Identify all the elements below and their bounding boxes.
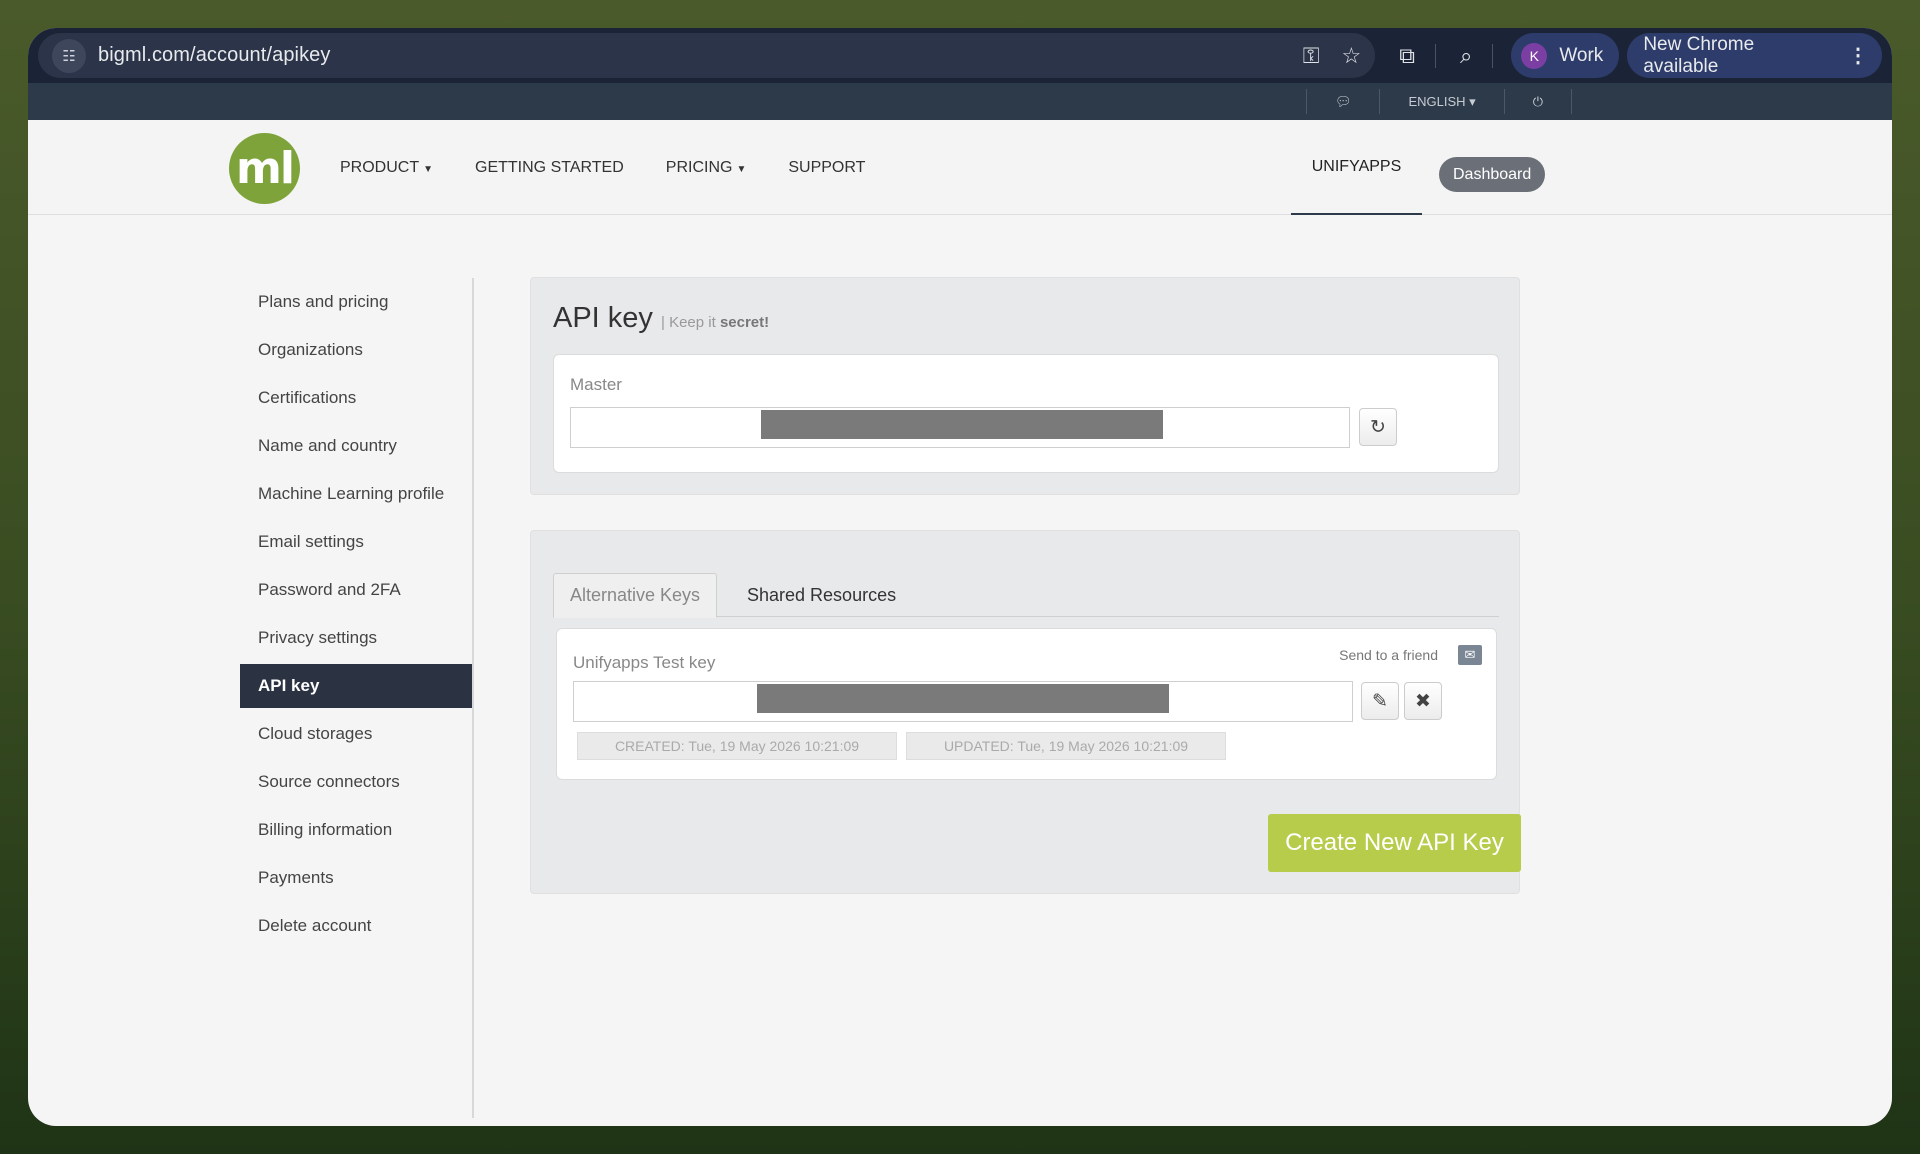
- create-api-key-button[interactable]: Create New API Key: [1268, 814, 1521, 872]
- address-bar[interactable]: ☷ bigml.com/account/apikey ⚿ ☆: [38, 33, 1376, 78]
- master-label: Master: [570, 375, 622, 394]
- sidebar-item-organizations[interactable]: Organizations: [240, 326, 472, 374]
- edit-key-button[interactable]: ✎: [1361, 682, 1399, 720]
- master-key-field[interactable]: [570, 407, 1350, 448]
- site-settings-icon[interactable]: ☷: [52, 38, 86, 73]
- bookmark-star-icon[interactable]: ☆: [1342, 43, 1362, 69]
- send-to-friend-link[interactable]: Send to a friend: [1339, 647, 1438, 663]
- sidebar-item-delete-account[interactable]: Delete account: [240, 902, 472, 950]
- language-selector[interactable]: ENGLISH ▾: [1379, 89, 1503, 114]
- sidebar-item-password[interactable]: Password and 2FA: [240, 566, 472, 614]
- sidebar-item-privacy[interactable]: Privacy settings: [240, 614, 472, 662]
- alternative-keys-panel: Alternative Keys Shared Resources Unifya…: [530, 530, 1521, 894]
- nav-product[interactable]: PRODUCT ▼: [340, 159, 433, 177]
- tab-search-icon[interactable]: ⌕: [1460, 43, 1472, 69]
- alt-key-card: Unifyapps Test key Send to a friend ✉ ✎ …: [556, 628, 1497, 780]
- delete-key-button[interactable]: ✖: [1404, 682, 1442, 720]
- browser-toolbar: ☷ bigml.com/account/apikey ⚿ ☆ ⧉ ⌕ K Wor…: [28, 28, 1892, 83]
- more-menu-icon[interactable]: ⋮: [1848, 43, 1868, 68]
- redacted-key: [757, 684, 1169, 713]
- sidebar-item-cloud-storages[interactable]: Cloud storages: [240, 710, 472, 758]
- nav-getting-started[interactable]: GETTING STARTED: [475, 159, 624, 177]
- sidebar-item-certifications[interactable]: Certifications: [240, 374, 472, 422]
- sidebar-item-email-settings[interactable]: Email settings: [240, 518, 472, 566]
- site-navbar: ml PRODUCT ▼ GETTING STARTED PRICING ▼ SUP…: [28, 120, 1892, 215]
- api-key-panel: API key | Keep it secret! Master ↻: [530, 277, 1520, 495]
- redacted-key: [761, 410, 1163, 439]
- updated-timestamp: UPDATED: Tue, 19 May 2026 10:21:09: [906, 732, 1226, 760]
- update-label: New Chrome available: [1643, 33, 1755, 77]
- alt-key-name: Unifyapps Test key: [573, 653, 716, 672]
- power-icon[interactable]: ⏻: [1503, 89, 1572, 114]
- dashboard-button[interactable]: Dashboard: [1439, 157, 1546, 192]
- page-subtitle: | Keep it secret!: [661, 314, 770, 331]
- close-icon: ✖: [1415, 690, 1431, 712]
- sidebar-item-billing[interactable]: Billing information: [240, 806, 472, 854]
- pencil-icon: ✎: [1372, 690, 1388, 712]
- chat-icon[interactable]: 💬︎: [1305, 89, 1380, 114]
- url-text[interactable]: bigml.com/account/apikey: [98, 44, 1281, 67]
- mail-icon[interactable]: ✉: [1458, 645, 1482, 665]
- alt-key-field[interactable]: [573, 681, 1353, 722]
- password-key-icon[interactable]: ⚿: [1303, 43, 1320, 69]
- main-nav: PRODUCT ▼ GETTING STARTED PRICING ▼ SUPPOR…: [340, 120, 907, 215]
- browser-window: ☷ bigml.com/account/apikey ⚿ ☆ ⧉ ⌕ K Wor…: [28, 28, 1892, 1126]
- created-timestamp: CREATED: Tue, 19 May 2026 10:21:09: [577, 732, 897, 760]
- user-menu[interactable]: UNIFYAPPS: [1291, 120, 1422, 215]
- sidebar-item-source-connectors[interactable]: Source connectors: [240, 758, 472, 806]
- sidebar-item-api-key[interactable]: API key: [240, 664, 472, 708]
- toolbar-divider: [1492, 43, 1494, 68]
- avatar: K: [1521, 42, 1548, 69]
- nav-pricing[interactable]: PRICING ▼: [666, 159, 747, 177]
- sidebar-item-ml-profile[interactable]: Machine Learning profile: [240, 470, 472, 518]
- master-key-card: Master ↻: [553, 354, 1499, 473]
- key-tabs: Alternative Keys Shared Resources: [553, 573, 1499, 618]
- regenerate-key-button[interactable]: ↻: [1359, 408, 1397, 446]
- profile-button[interactable]: K Work: [1511, 33, 1620, 78]
- bigml-logo[interactable]: ml: [229, 133, 300, 204]
- extensions-icon[interactable]: ⧉: [1399, 43, 1415, 69]
- sidebar-item-plans[interactable]: Plans and pricing: [240, 278, 472, 326]
- chrome-update-button[interactable]: New Chrome available ⋮: [1627, 33, 1882, 78]
- sidebar-item-payments[interactable]: Payments: [240, 854, 472, 902]
- site-top-strip: 💬︎ ENGLISH ▾ ⏻: [28, 83, 1892, 120]
- profile-name: Work: [1559, 44, 1604, 66]
- toolbar-divider: [1435, 43, 1436, 68]
- nav-support[interactable]: SUPPORT: [788, 159, 865, 177]
- account-sidebar: Plans and pricing Organizations Certific…: [240, 278, 474, 1118]
- page-title: API key | Keep it secret!: [553, 302, 770, 334]
- sidebar-item-name-country[interactable]: Name and country: [240, 422, 472, 470]
- caret-down-icon: ▼: [736, 163, 747, 175]
- tab-alternative-keys[interactable]: Alternative Keys: [553, 573, 718, 618]
- caret-down-icon: ▼: [423, 163, 434, 175]
- tab-shared-resources[interactable]: Shared Resources: [731, 573, 912, 618]
- refresh-icon: ↻: [1370, 416, 1386, 438]
